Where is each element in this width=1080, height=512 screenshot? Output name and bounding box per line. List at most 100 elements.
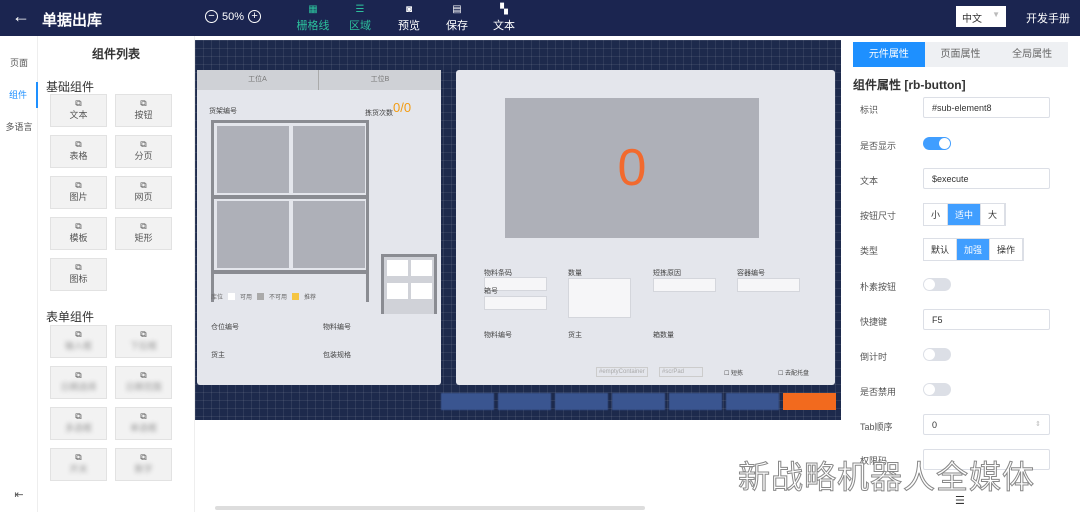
type-action[interactable]: 操作 xyxy=(990,239,1024,260)
stepper-arrows-icon[interactable]: ⇕ xyxy=(1035,420,1041,428)
tab-station-a[interactable]: 工位A xyxy=(197,70,319,90)
type-default[interactable]: 默认 xyxy=(924,239,958,260)
component-tile[interactable]: ⧉ 模板 xyxy=(50,217,107,250)
pallet-checkbox[interactable]: ☐ 去配托盘 xyxy=(778,368,809,377)
tool-label: 栅格线 xyxy=(296,20,330,32)
tile-label: 单选框 xyxy=(129,423,157,433)
tab-page-props[interactable]: 页面属性 xyxy=(925,42,997,67)
empty-container-placeholder[interactable]: #emptyContainer xyxy=(596,367,648,377)
horizontal-scrollbar[interactable] xyxy=(215,506,645,510)
nav-i18n[interactable]: 多语言 xyxy=(0,120,38,133)
short-pick-checkbox[interactable]: ☐ 短拣 xyxy=(724,368,743,377)
left-nav: 页面 组件 多语言 ⇤ xyxy=(0,36,38,512)
component-tile[interactable]: ⧉ 文本 xyxy=(50,94,107,127)
type-label: 类型 xyxy=(860,246,879,256)
shelf-cell[interactable] xyxy=(217,201,289,268)
component-tile[interactable]: ⧉ 图片 xyxy=(50,176,107,209)
properties-panel: 元件属性 页面属性 全局属性 组件属性 [rb-button] 标识 #sub-… xyxy=(845,36,1080,512)
canvas-button[interactable] xyxy=(441,393,494,410)
execute-button[interactable] xyxy=(783,393,836,410)
plain-toggle[interactable] xyxy=(923,278,951,291)
hotkey-input[interactable]: F5 xyxy=(923,309,1050,330)
reason-textarea[interactable] xyxy=(653,278,716,292)
shelf-cell[interactable] xyxy=(293,201,365,268)
text-button[interactable]: ▚ 文本 xyxy=(484,4,524,33)
zoom-level: 50% xyxy=(222,10,245,23)
container-input[interactable] xyxy=(737,278,800,292)
props-heading: 组件属性 [rb-button] xyxy=(853,78,966,92)
zoom-out-icon[interactable]: − xyxy=(205,10,218,23)
component-tile[interactable]: ⧉ 矩形 xyxy=(115,217,172,250)
show-toggle[interactable] xyxy=(923,137,951,150)
box-no-input[interactable] xyxy=(484,296,547,310)
component-tile[interactable]: ⧉ 表格 xyxy=(50,135,107,168)
countdown-toggle[interactable] xyxy=(923,348,951,361)
small-shelf xyxy=(381,254,437,314)
type-strong[interactable]: 加强 xyxy=(957,239,991,260)
shelf-cell[interactable] xyxy=(293,126,365,193)
scr-pad-placeholder[interactable]: #scrPad xyxy=(659,367,703,377)
tab-global-props[interactable]: 全局属性 xyxy=(996,42,1068,67)
page-title: 单据出库 xyxy=(42,12,103,29)
tile-label: 日期范围 xyxy=(125,382,162,392)
pick-count-value: 0/0 xyxy=(393,100,412,115)
shelf-no-label: 货架编号 xyxy=(209,108,237,115)
countdown-label: 倒计时 xyxy=(860,352,888,362)
canvas-button[interactable] xyxy=(669,393,722,410)
qty-input[interactable] xyxy=(568,278,631,318)
disabled-toggle[interactable] xyxy=(923,383,951,396)
component-tile[interactable]: ⧉ 按钮 xyxy=(115,94,172,127)
tile-label: 多选框 xyxy=(64,423,92,433)
basic-section-title: 基础组件 xyxy=(46,80,95,94)
component-tile[interactable]: ⧉ 日期范围 xyxy=(115,366,172,399)
preview-button[interactable]: ◙ 预览 xyxy=(389,4,429,33)
tool-label: 文本 xyxy=(493,20,515,32)
size-large[interactable]: 大 xyxy=(981,204,1006,225)
component-tile[interactable]: ⧉ 数字 xyxy=(115,448,172,481)
size-small[interactable]: 小 xyxy=(924,204,949,225)
component-tile[interactable]: ⧉ 开关 xyxy=(50,448,107,481)
copy-icon: ⧉ xyxy=(75,221,82,231)
component-tile[interactable]: ⧉ 分页 xyxy=(115,135,172,168)
language-select[interactable]: ▼ 中文 xyxy=(956,6,1006,27)
collapse-icon[interactable]: ⇤ xyxy=(0,488,38,501)
panel-title: 组件列表 xyxy=(91,47,140,61)
tile-label: 分页 xyxy=(134,151,153,161)
component-tile[interactable]: ⧉ 输入框 xyxy=(50,325,107,358)
id-input[interactable]: #sub-element8 xyxy=(923,97,1050,118)
back-arrow-icon[interactable]: ← xyxy=(12,6,30,27)
tab-order-stepper[interactable]: 0 ⇕ xyxy=(923,414,1050,435)
dev-manual-link[interactable]: 开发手册 xyxy=(1026,10,1070,26)
component-tile[interactable]: ⧉ 图标 xyxy=(50,258,107,291)
component-tile[interactable]: ⧉ 多选框 xyxy=(50,407,107,440)
right-card[interactable]: 0 物料条码 箱号 数量 短拣原因 容器编号 物料编号 货主 箱数量 #empt… xyxy=(456,70,835,385)
left-card[interactable]: 工位A 工位B 货架编号 拣货次数 0/0 库位 可用 不可用 推荐 仓位编号 物… xyxy=(197,70,441,385)
canvas-button[interactable] xyxy=(498,393,551,410)
canvas-button[interactable] xyxy=(726,393,779,410)
tile-label: 按钮 xyxy=(134,110,153,120)
region-button[interactable]: ☰ 区域 xyxy=(340,4,380,33)
nav-page[interactable]: 页面 xyxy=(0,56,38,69)
shelf-board xyxy=(211,195,369,199)
copy-icon: ⧉ xyxy=(140,98,147,108)
tab-station-b[interactable]: 工位B xyxy=(319,70,441,90)
copy-icon: ⧉ xyxy=(75,139,82,149)
grid-lines-button[interactable]: ▦ 栅格线 xyxy=(293,4,333,33)
canvas-button[interactable] xyxy=(612,393,665,410)
component-tile[interactable]: ⧉ 日期选择 xyxy=(50,366,107,399)
canvas-button[interactable] xyxy=(555,393,608,410)
component-tile[interactable]: ⧉ 网页 xyxy=(115,176,172,209)
design-canvas[interactable]: 工位A 工位B 货架编号 拣货次数 0/0 库位 可用 不可用 推荐 仓位编号 物… xyxy=(195,40,841,420)
tab-element-props[interactable]: 元件属性 xyxy=(853,42,925,67)
component-tile[interactable]: ⧉ 单选框 xyxy=(115,407,172,440)
size-medium[interactable]: 适中 xyxy=(948,204,982,225)
nav-components[interactable]: 组件 xyxy=(0,82,38,108)
save-button[interactable]: ▤ 保存 xyxy=(437,4,477,33)
mat-no-label: 物料编号 xyxy=(484,332,512,339)
tile-label: 矩形 xyxy=(134,233,153,243)
zoom-in-icon[interactable]: + xyxy=(248,10,262,23)
component-tile[interactable]: ⧉ 下拉框 xyxy=(115,325,172,358)
shelf-cell[interactable] xyxy=(217,126,289,193)
tile-label: 网页 xyxy=(134,192,153,202)
text-input[interactable]: $execute xyxy=(923,168,1050,189)
